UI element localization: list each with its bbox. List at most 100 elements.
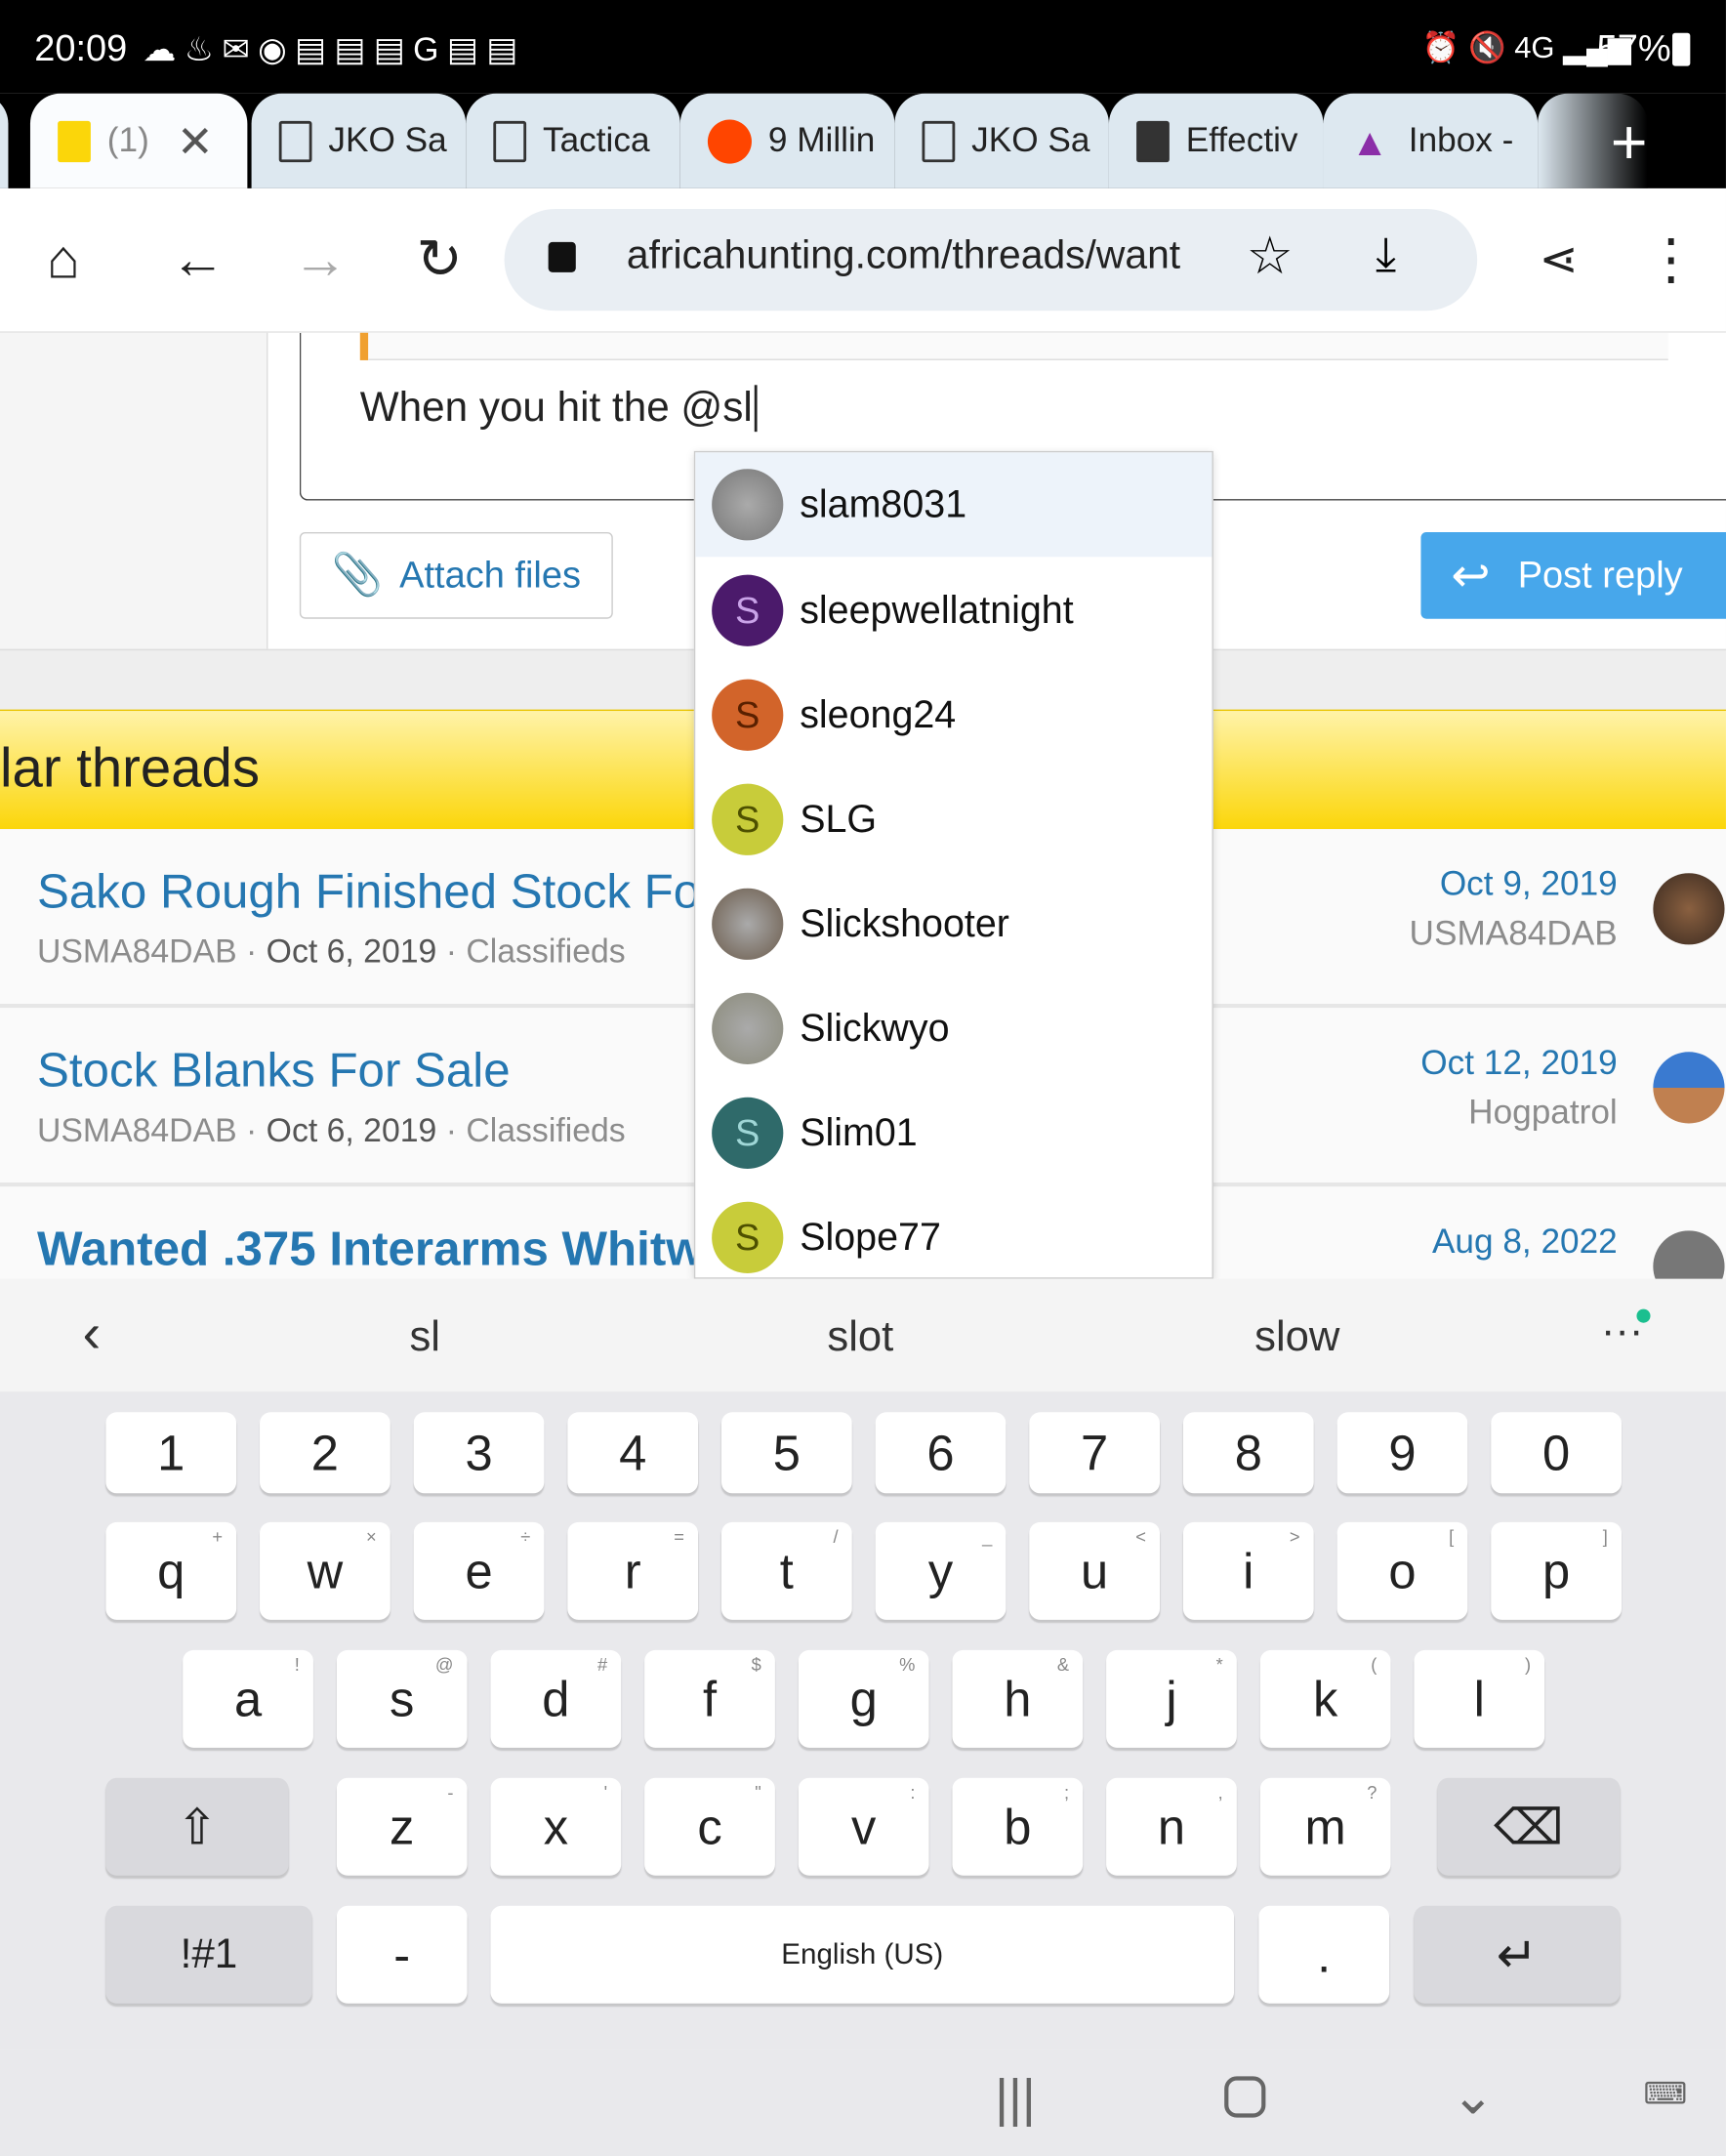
last-post-date[interactable]: Aug 8, 2022 <box>1432 1223 1618 1263</box>
collapse-back-icon[interactable]: ‹ <box>82 1304 101 1365</box>
thread-forum[interactable]: Classifieds <box>466 933 625 971</box>
thread-author[interactable]: USMA84DAB <box>37 933 237 971</box>
reload-icon[interactable]: ↻ <box>417 229 463 290</box>
key-x[interactable]: x ' <box>490 1777 622 1876</box>
backspace-icon: ⌫ <box>1494 1798 1564 1854</box>
key-0[interactable]: 0 <box>1491 1412 1622 1494</box>
key-n[interactable]: n, <box>1106 1777 1237 1876</box>
url-text[interactable]: africahunting.com/threads/want <box>627 233 1217 278</box>
new-tab-icon[interactable]: + <box>1611 104 1648 179</box>
space-key[interactable]: English (US) <box>490 1905 1235 2004</box>
thread-title[interactable]: Wanted .375 Interarms Whitw <box>37 1223 704 1277</box>
tab-inbox[interactable]: ▲ Inbox - <box>1323 93 1539 188</box>
key-a[interactable]: a! <box>183 1649 313 1748</box>
share-icon[interactable]: ⋖ <box>1540 229 1579 290</box>
tab-jko-1[interactable]: JKO Sa <box>251 93 467 188</box>
key-r[interactable]: r = <box>567 1521 699 1620</box>
lock-icon[interactable] <box>548 241 576 272</box>
key-p[interactable]: p] <box>1491 1521 1622 1620</box>
key-7[interactable]: 7 <box>1029 1412 1161 1494</box>
key-o[interactable]: o[ <box>1336 1521 1468 1620</box>
last-post-user[interactable]: Hogpatrol <box>1468 1094 1618 1134</box>
key-k[interactable]: k( <box>1259 1649 1391 1748</box>
last-post-date[interactable]: Oct 12, 2019 <box>1420 1044 1618 1084</box>
key-3[interactable]: 3 <box>413 1412 545 1494</box>
tab-effectiv[interactable]: Effectiv <box>1108 93 1324 188</box>
avatar[interactable] <box>1653 873 1725 945</box>
home-icon[interactable]: ⌂ <box>47 229 80 290</box>
key-u[interactable]: u < <box>1029 1521 1161 1620</box>
attach-files-button[interactable]: 📎 Attach files <box>299 531 613 619</box>
tab-jko-2[interactable]: JKO Sa <box>894 93 1109 188</box>
key-4[interactable]: 4 <box>567 1412 699 1494</box>
key-8[interactable]: 8 <box>1182 1412 1314 1494</box>
key-i[interactable]: i > <box>1182 1521 1314 1620</box>
dash-key[interactable]: - <box>336 1905 468 2004</box>
key-2[interactable]: 2 <box>260 1412 390 1494</box>
key-y[interactable]: y _ <box>875 1521 1007 1620</box>
backspace-key[interactable]: ⌫ <box>1437 1777 1621 1876</box>
last-post-date[interactable]: Oct 9, 2019 <box>1440 865 1618 905</box>
key-d[interactable]: d # <box>490 1649 622 1748</box>
keyboard-switch-icon[interactable]: ⌨ <box>1643 2076 1687 2112</box>
key-m[interactable]: m? <box>1259 1777 1391 1876</box>
address-bar[interactable]: africahunting.com/threads/want ☆ ⤓ <box>504 209 1478 311</box>
home-button-icon[interactable] <box>1224 2076 1266 2118</box>
tab-active[interactable]: (1) ✕ <box>29 93 248 188</box>
period-key[interactable]: . <box>1258 1905 1390 2004</box>
bookmark-star-icon[interactable]: ☆ <box>1247 226 1294 287</box>
key-e[interactable]: e ÷ <box>413 1521 545 1620</box>
symbols-key[interactable]: !#1 <box>105 1905 312 2004</box>
hide-keyboard-icon[interactable]: ⌄ <box>1451 2065 1495 2127</box>
thread-author[interactable]: USMA84DAB <box>37 1112 237 1149</box>
avatar[interactable] <box>1653 1052 1725 1124</box>
key-1[interactable]: 1 <box>105 1412 237 1494</box>
mention-item[interactable]: S Slim01 <box>695 1081 1212 1185</box>
mention-item[interactable]: Ssleepwellatnight <box>695 559 1212 663</box>
key-l[interactable]: l) <box>1414 1649 1545 1748</box>
key-c[interactable]: c " <box>644 1777 775 1876</box>
key-s[interactable]: s @ <box>336 1649 468 1748</box>
enter-key[interactable]: ↵ <box>1414 1905 1621 2004</box>
key-t[interactable]: t / <box>720 1521 852 1620</box>
suggestion-1[interactable]: sl <box>409 1311 440 1361</box>
thread-title[interactable]: Sako Rough Finished Stock Fo <box>37 865 700 920</box>
key-j[interactable]: j * <box>1106 1649 1237 1748</box>
download-icon[interactable]: ⤓ <box>1376 228 1396 282</box>
key-f[interactable]: f $ <box>644 1649 775 1748</box>
tab-offscreen[interactable] <box>0 93 9 188</box>
forward-icon[interactable]: → <box>293 229 348 290</box>
mention-item[interactable]: S Slope77 <box>695 1185 1212 1277</box>
key-h[interactable]: h & <box>952 1649 1084 1748</box>
key-secondary: , <box>1217 1782 1223 1804</box>
key-9[interactable]: 9 <box>1336 1412 1468 1494</box>
key-w[interactable]: w × <box>260 1521 390 1620</box>
close-tab-icon[interactable]: ✕ <box>177 115 214 168</box>
key-g[interactable]: g% <box>798 1649 929 1748</box>
recent-apps-icon[interactable]: ||| <box>995 2071 1036 2131</box>
mention-item[interactable]: Slickshooter <box>695 872 1212 976</box>
mention-item[interactable]: S SLG <box>695 767 1212 872</box>
mention-item[interactable]: Ssleong24 <box>695 663 1212 767</box>
editor-text[interactable]: When you hit the @sl <box>360 385 758 433</box>
key-q[interactable]: q + <box>105 1521 237 1620</box>
key-6[interactable]: 6 <box>875 1412 1007 1494</box>
post-reply-button[interactable]: ↩ Post reply <box>1420 531 1726 619</box>
suggestion-2[interactable]: slot <box>827 1311 893 1361</box>
key-z[interactable]: z- <box>336 1777 468 1876</box>
tab-tactica[interactable]: Tactica <box>466 93 680 188</box>
key-label: 6 <box>926 1424 955 1480</box>
key-b[interactable]: b; <box>952 1777 1084 1876</box>
last-post-user[interactable]: USMA84DAB <box>1410 914 1618 954</box>
thread-forum[interactable]: Classifieds <box>466 1112 625 1149</box>
mention-item[interactable]: Slickwyo <box>695 976 1212 1081</box>
shift-key[interactable]: ⇧ <box>105 1777 289 1876</box>
key-5[interactable]: 5 <box>720 1412 852 1494</box>
back-icon[interactable]: ← <box>171 229 226 290</box>
key-v[interactable]: v: <box>798 1777 929 1876</box>
suggestion-3[interactable]: slow <box>1254 1311 1339 1361</box>
thread-title[interactable]: Stock Blanks For Sale <box>37 1044 511 1099</box>
mention-item[interactable]: slam8031 <box>695 452 1212 558</box>
tab-reddit[interactable]: 9 Millin <box>679 93 895 188</box>
more-menu-icon[interactable]: ⋮ <box>1643 229 1698 290</box>
